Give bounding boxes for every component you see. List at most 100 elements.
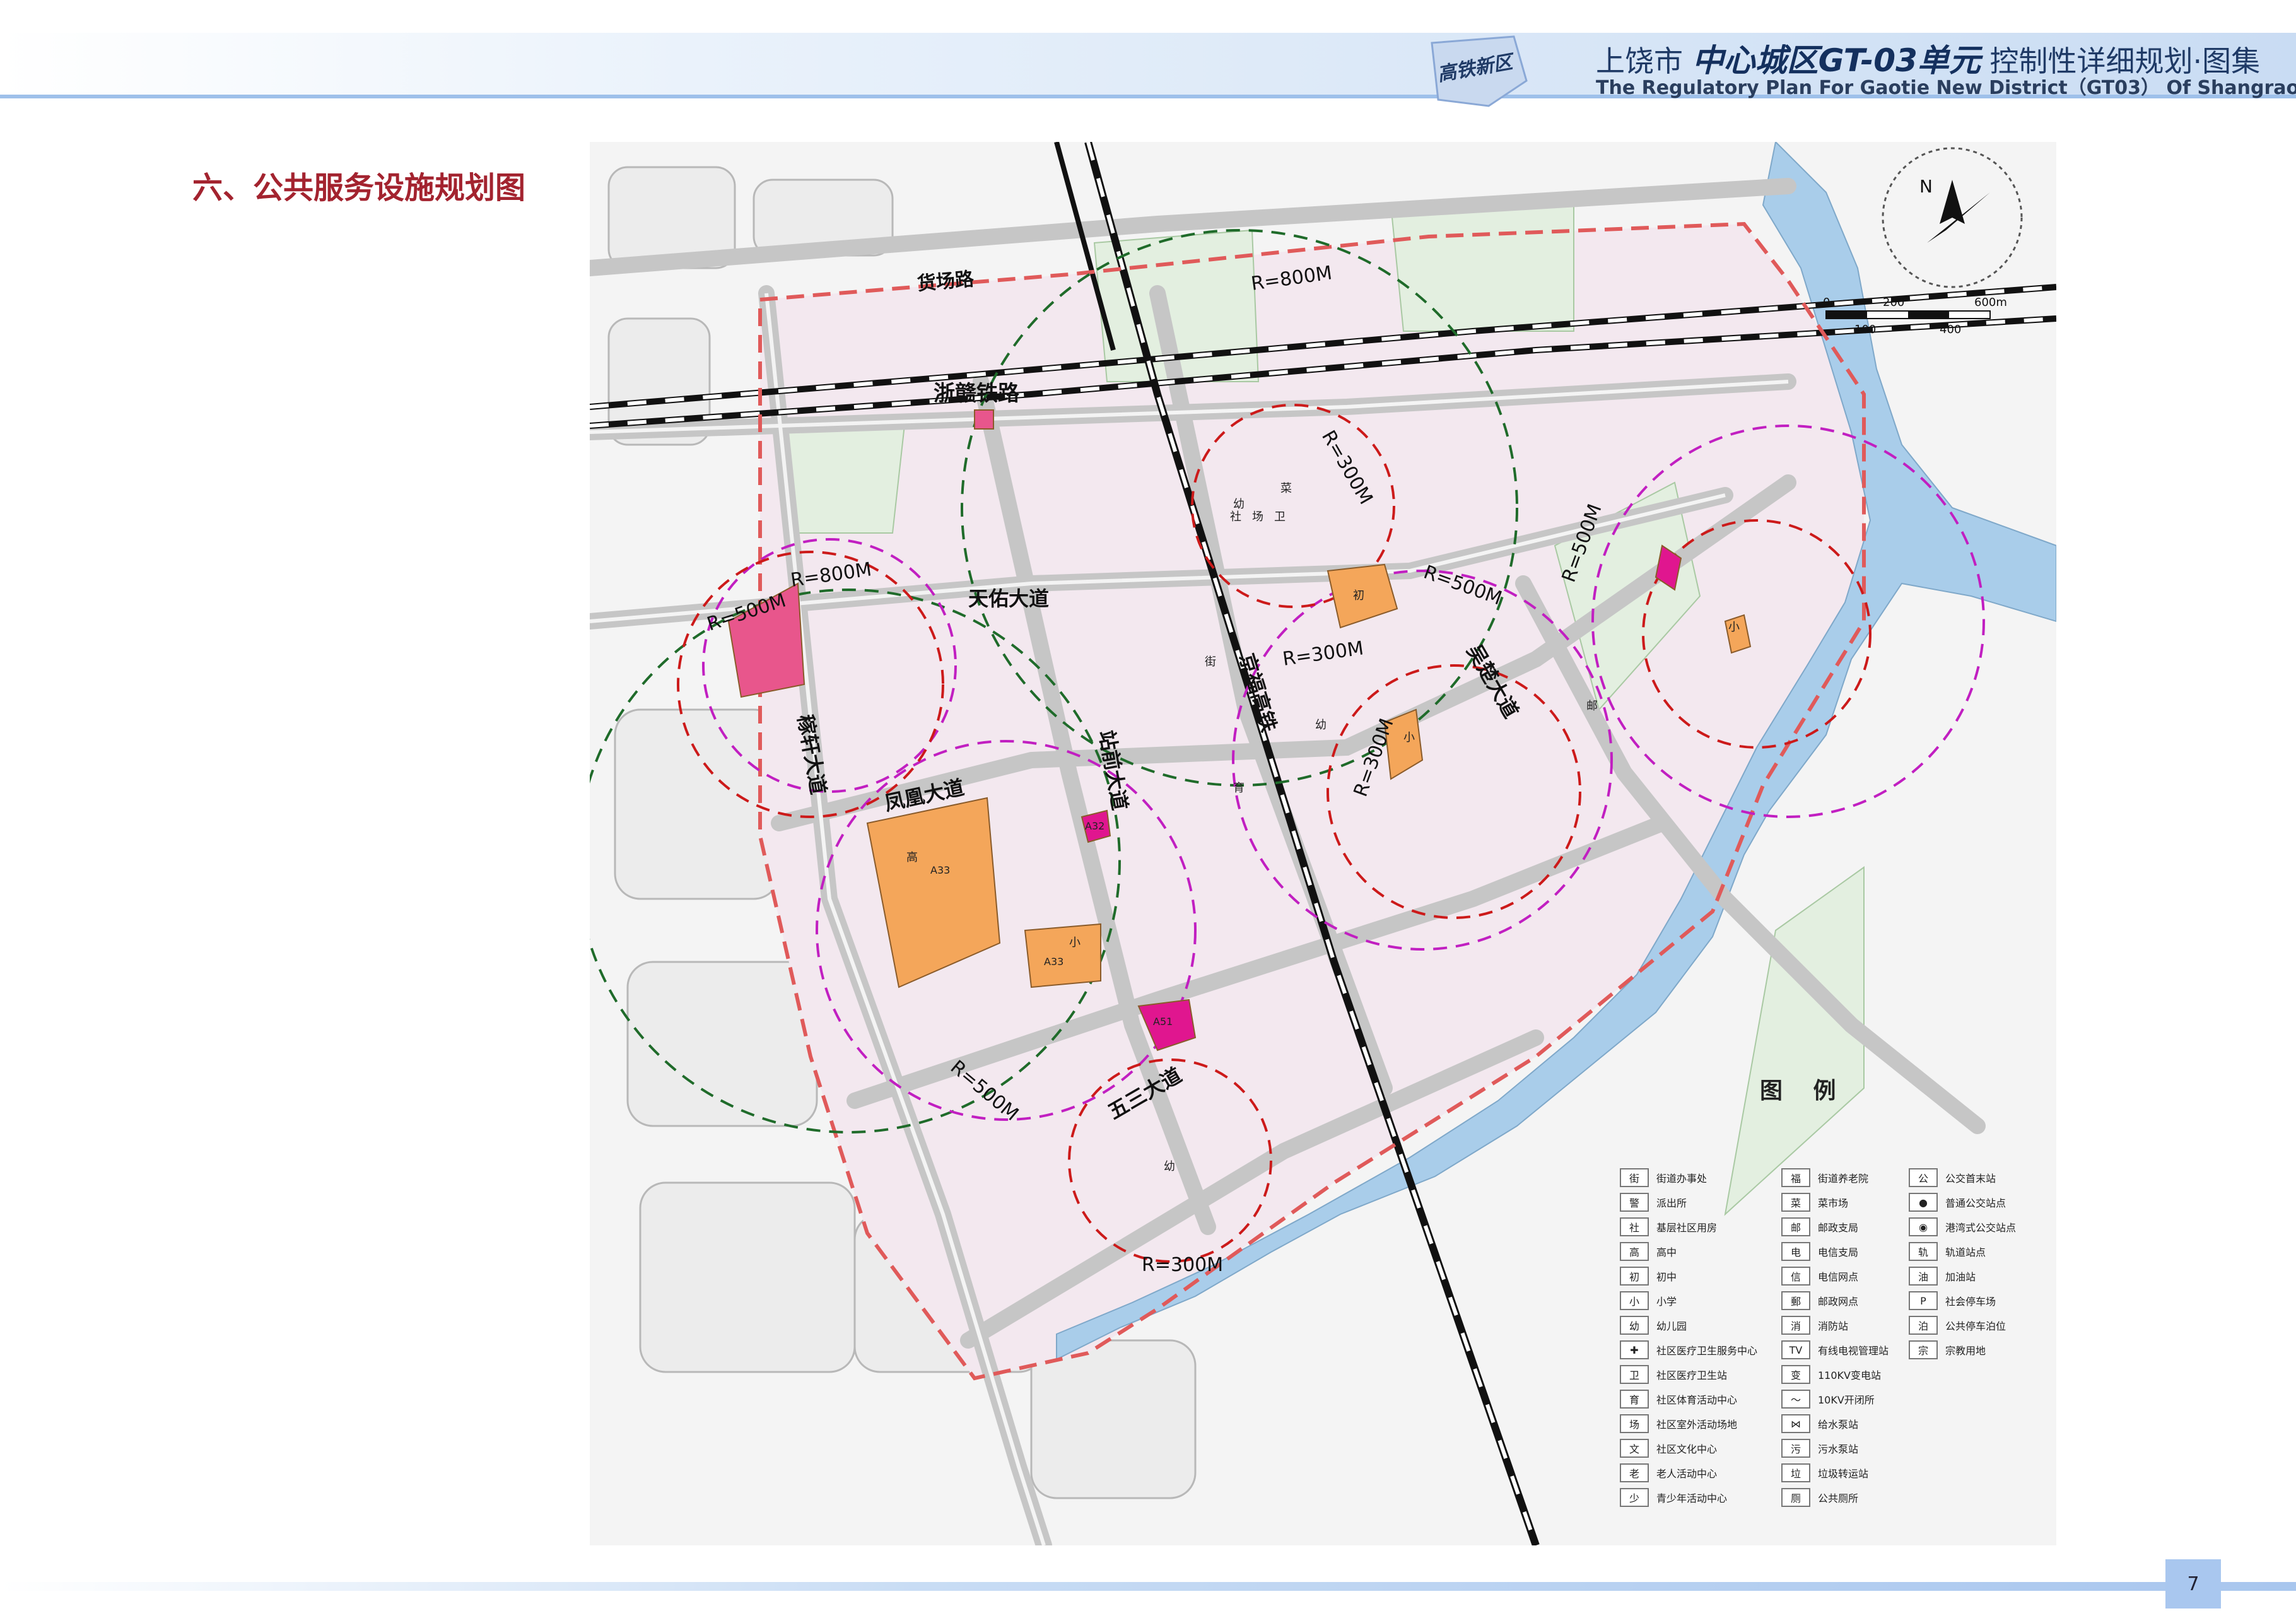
legend-item: 变 110KV变电站 [1781, 1365, 1881, 1384]
legend-label: 公交首末站 [1945, 1173, 1996, 1185]
radius-label: R=300M [1281, 637, 1365, 671]
legend-label: 菜市场 [1818, 1197, 1849, 1209]
legend-item: 邮邮政支局 [1781, 1217, 1858, 1236]
legend-item: ● 普通公交站点 [1909, 1193, 2006, 1212]
road-label-jingfu: 京福高铁 [1234, 650, 1281, 735]
legend-label: 基层社区用房 [1656, 1222, 1718, 1234]
road-label-fenghuang: 凤凰大道 [882, 775, 966, 816]
legend-title: 图 例 [1760, 1078, 1848, 1104]
legend-label: 给水泵站 [1818, 1419, 1859, 1431]
legend-icon: 宗 [1909, 1340, 1938, 1359]
legend-icon: 街 [1620, 1168, 1649, 1187]
legend-item: 消消防站 [1781, 1316, 1848, 1335]
legend-icon: 菜 [1781, 1193, 1810, 1212]
legend-icon: 警 [1620, 1193, 1649, 1212]
north-arrow-icon: N [1882, 147, 2023, 288]
legend-item: 育社区体育活动中心 [1620, 1390, 1737, 1409]
legend-item: 老老人活动中心 [1620, 1463, 1717, 1482]
legend-item: 少青少年活动中心 [1620, 1488, 1727, 1507]
legend-label: 公共厕所 [1818, 1492, 1859, 1504]
legend-item: 电电信支局 [1781, 1242, 1858, 1261]
legend-label: 加油站 [1945, 1271, 1976, 1283]
legend-label: 邮政网点 [1818, 1296, 1859, 1308]
legend-label: 垃圾转运站 [1818, 1468, 1869, 1480]
legend-label: 普通公交站点 [1945, 1197, 2006, 1209]
radius-label: R=500M [946, 1056, 1022, 1125]
legend-icon: 变 [1781, 1365, 1810, 1384]
legend-icon: 污 [1781, 1439, 1810, 1458]
scale-tick: 200 [1883, 296, 1904, 309]
legend-icon: 厕 [1781, 1488, 1810, 1507]
legend-item: TV 有线电视管理站 [1781, 1340, 1889, 1359]
radius-label: R=500M [1558, 501, 1607, 585]
parcel-label: 小 [1069, 936, 1081, 949]
radius-label: R=300M [1350, 715, 1398, 799]
parcel-label: 育 [1233, 782, 1245, 795]
legend-icon: 垃 [1781, 1463, 1810, 1482]
legend-icon: ⋈ [1781, 1414, 1810, 1433]
legend-item: 幼幼儿园 [1620, 1316, 1687, 1335]
scale-tick: 100 [1854, 323, 1876, 336]
legend-label: 初中 [1656, 1271, 1677, 1283]
legend-label: 电信网点 [1818, 1271, 1859, 1283]
legend-label: 老人活动中心 [1656, 1468, 1718, 1480]
legend-item: 卫社区医疗卫生站 [1620, 1365, 1727, 1384]
legend-label: 10KV开闭所 [1818, 1394, 1875, 1406]
legend-item: 公公交首末站 [1909, 1168, 1996, 1187]
legend-item: 轨轨道站点 [1909, 1242, 1986, 1261]
legend-item: 文社区文化中心 [1620, 1439, 1717, 1458]
legend-item: 小小学 [1620, 1291, 1677, 1310]
legend-item: P 社会停车场 [1909, 1291, 1996, 1310]
document-title-en: The Regulatory Plan For Gaotie New Distr… [1596, 77, 2296, 99]
legend-label: 公共停车泊位 [1945, 1320, 2006, 1332]
scale-tick: 600m [1974, 296, 2007, 309]
legend-item: ◉ 港湾式公交站点 [1909, 1217, 2016, 1236]
road-label-wuchu: 吴楚大道 [1462, 640, 1523, 722]
parcel-label: 初 [1353, 589, 1364, 602]
parcel-label: 菜 [1280, 482, 1292, 495]
legend-item: 宗宗教用地 [1909, 1340, 1986, 1359]
radius-label: R=300M [1317, 427, 1377, 508]
legend-icon: 小 [1620, 1291, 1649, 1310]
section-title: 六、公共服务设施规划图 [192, 170, 526, 206]
legend-icon: 卫 [1620, 1365, 1649, 1384]
legend-icon: ● [1909, 1193, 1938, 1212]
legend-item: 垃垃圾转运站 [1781, 1463, 1868, 1482]
legend-icon: 邮 [1781, 1217, 1810, 1236]
legend-item: 高高中 [1620, 1242, 1677, 1261]
radius-label: R=500M [705, 589, 789, 635]
legend-item: 信电信网点 [1781, 1267, 1858, 1286]
parcel-label: A32 [1085, 820, 1104, 832]
legend-item: 初初中 [1620, 1267, 1677, 1286]
legend-label: 电信支局 [1818, 1246, 1859, 1258]
legend-icon: ✚ [1620, 1340, 1649, 1359]
legend-label: 青少年活动中心 [1656, 1492, 1728, 1504]
scale-tick: 400 [1940, 323, 1961, 336]
radius-label: R=800M [789, 558, 873, 592]
radius-label: R=300M [1142, 1254, 1223, 1276]
legend-icon: P [1909, 1291, 1938, 1310]
district-logo: 高铁新区 [1431, 35, 1528, 107]
legend-label: 社区室外活动场地 [1656, 1419, 1738, 1431]
legend-icon: 老 [1620, 1463, 1649, 1482]
legend-item: 警派出所 [1620, 1193, 1687, 1212]
legend-icon: TV [1781, 1340, 1810, 1359]
legend-icon: 轨 [1909, 1242, 1938, 1261]
parcel-label: 高 [906, 851, 918, 864]
parcel-label: 幼 [1233, 498, 1245, 511]
legend-icon: 福 [1781, 1168, 1810, 1187]
scale-tick: 0 [1823, 296, 1830, 309]
road-label-huochang: 货场路 [917, 268, 976, 295]
road-label-zhanqian: 站前大道 [1094, 729, 1132, 812]
parcel-label: A33 [930, 864, 950, 876]
legend-icon: 信 [1781, 1267, 1810, 1286]
legend-icon: 高 [1620, 1242, 1649, 1261]
legend-icon: 公 [1909, 1168, 1938, 1187]
legend-label: 有线电视管理站 [1818, 1345, 1889, 1357]
legend-item: ～ 10KV开闭所 [1781, 1390, 1875, 1409]
road-label-zhegan-railway: 浙赣铁路 [934, 381, 1020, 406]
legend-item: ✚ 社区医疗卫生服务中心 [1620, 1340, 1757, 1359]
parcel-label: A51 [1153, 1016, 1173, 1028]
legend-label: 小学 [1656, 1296, 1677, 1308]
legend-icon: 文 [1620, 1439, 1649, 1458]
